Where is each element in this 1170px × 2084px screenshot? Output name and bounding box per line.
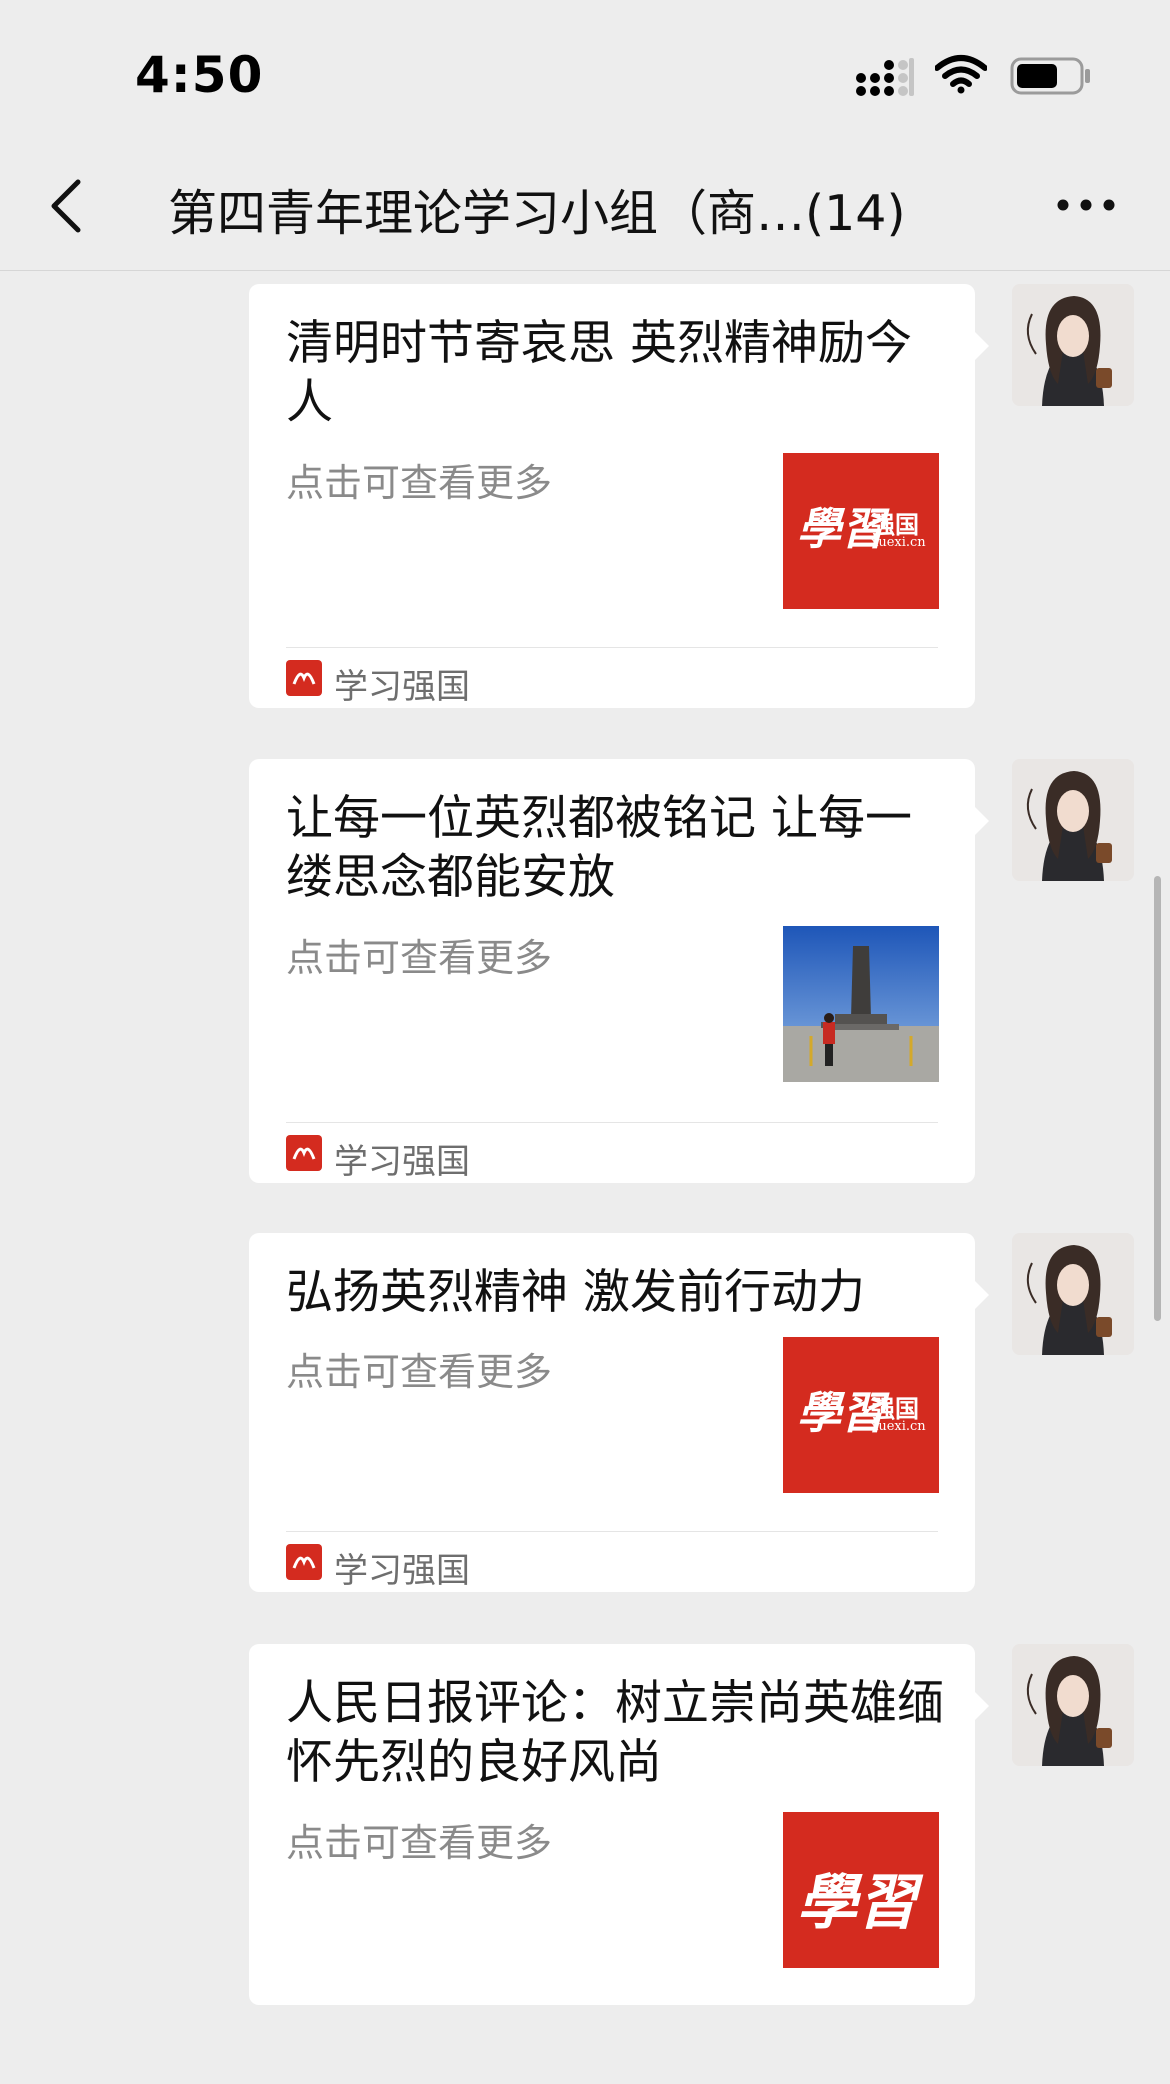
article-thumbnail: 學習 强国 xuexi.cn — [783, 1337, 939, 1493]
source-logo-icon — [286, 1544, 322, 1580]
sender-avatar[interactable] — [1012, 1644, 1134, 1766]
avatar-portrait-icon — [1012, 759, 1134, 881]
article-card[interactable]: 让每一位英烈都被铭记 让每一缕思念都能安放 点击可查看更多 学习强国 — [249, 759, 989, 1183]
article-title: 弘扬英烈精神 激发前行动力 — [286, 1265, 865, 1320]
thumb-logo-url: xuexi.cn — [871, 1419, 926, 1434]
article-card[interactable]: 弘扬英烈精神 激发前行动力 点击可查看更多 學習 强国 xuexi.cn 学习强… — [249, 1233, 989, 1592]
chat-header: 第四青年理论学习小组（商…(14) — [0, 140, 1170, 271]
status-bar: 4:50 — [0, 0, 1170, 140]
source-logo-icon — [286, 1135, 322, 1171]
article-description: 点击可查看更多 — [286, 1821, 553, 1865]
article-thumbnail: 學習 — [783, 1812, 939, 1968]
chat-title[interactable]: 第四青年理论学习小组（商…(14) — [168, 174, 906, 245]
scrollbar[interactable] — [1154, 876, 1161, 1321]
avatar-portrait-icon — [1012, 1233, 1134, 1355]
card-divider — [286, 647, 938, 648]
source-name: 学习强国 — [334, 1142, 470, 1182]
article-thumbnail: 學習 强国 xuexi.cn — [783, 453, 939, 609]
article-description: 点击可查看更多 — [286, 461, 553, 505]
article-thumbnail — [783, 926, 939, 1082]
article-description: 点击可查看更多 — [286, 936, 553, 980]
bubble-tail — [975, 332, 989, 360]
battery-icon — [1010, 57, 1090, 95]
article-card[interactable]: 清明时节寄哀思 英烈精神励今人 点击可查看更多 學習 强国 xuexi.cn 学… — [249, 284, 989, 708]
source-logo-icon — [286, 660, 322, 696]
bubble-tail — [975, 807, 989, 835]
bubble-tail — [975, 1692, 989, 1720]
source-name: 学习强国 — [334, 667, 470, 707]
avatar-portrait-icon — [1012, 284, 1134, 406]
back-chevron-icon[interactable] — [44, 176, 88, 236]
sender-avatar[interactable] — [1012, 759, 1134, 881]
bubble-tail — [975, 1281, 989, 1309]
sender-avatar[interactable] — [1012, 1233, 1134, 1355]
sender-avatar[interactable] — [1012, 284, 1134, 406]
cellular-signal-icon — [856, 58, 914, 96]
avatar-portrait-icon — [1012, 1644, 1134, 1766]
article-title: 让每一位英烈都被铭记 让每一缕思念都能安放 — [286, 791, 912, 905]
more-options-icon[interactable] — [1055, 190, 1117, 220]
thumb-logo-main: 學習 — [797, 1868, 917, 1938]
monument-photo-icon — [783, 926, 939, 1082]
article-title: 人民日报评论：树立崇尚英雄缅怀先烈的良好风尚 — [286, 1676, 944, 1790]
article-title: 清明时节寄哀思 英烈精神励今人 — [286, 316, 912, 430]
card-divider — [286, 1531, 938, 1532]
thumb-logo-url: xuexi.cn — [871, 535, 926, 550]
status-time: 4:50 — [135, 46, 264, 104]
wifi-icon — [935, 55, 987, 94]
article-card[interactable]: 人民日报评论：树立崇尚英雄缅怀先烈的良好风尚 点击可查看更多 學習 — [249, 1644, 989, 2005]
card-divider — [286, 1122, 938, 1123]
source-name: 学习强国 — [334, 1551, 470, 1591]
article-description: 点击可查看更多 — [286, 1350, 553, 1394]
